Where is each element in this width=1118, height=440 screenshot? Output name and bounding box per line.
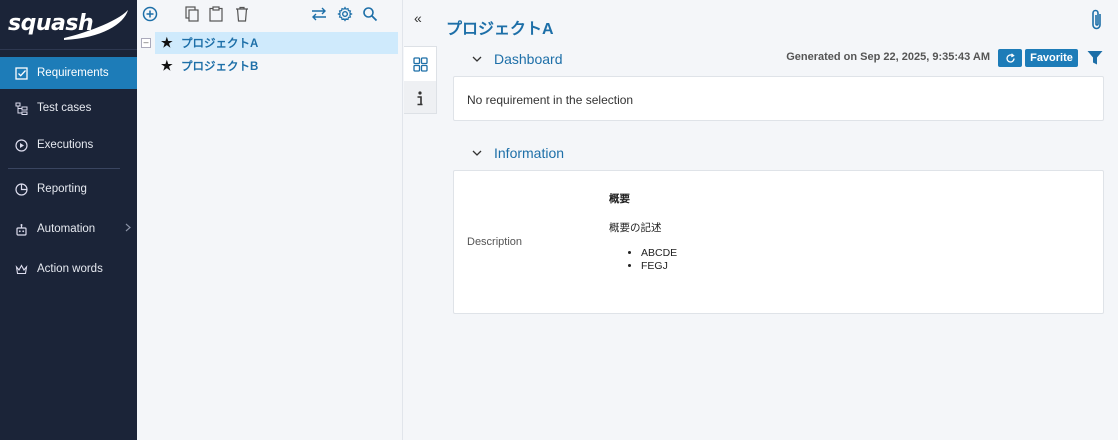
tree-node-project-b[interactable]: ★ プロジェクトB — [155, 55, 398, 77]
gear-icon[interactable] — [336, 5, 354, 23]
nav-label: Automation — [37, 223, 96, 235]
nav-item-action-words[interactable]: Action words — [0, 253, 137, 285]
robot-icon — [14, 222, 28, 236]
view-tabs — [404, 46, 437, 114]
transfer-icon[interactable] — [310, 5, 328, 23]
star-icon: ★ — [161, 35, 173, 50]
filter-icon[interactable] — [1087, 50, 1103, 66]
description-content: 概要 概要の記述 ABCDE FEGJ — [609, 191, 677, 273]
checkbox-icon — [14, 66, 28, 80]
pie-chart-icon — [14, 182, 28, 196]
nav-divider — [8, 168, 120, 169]
section-title: Information — [494, 145, 565, 161]
refresh-icon — [1005, 52, 1015, 63]
tree-node-project-a[interactable]: ★ プロジェクトA — [155, 32, 398, 54]
crown-icon — [14, 262, 28, 276]
add-icon[interactable] — [141, 5, 159, 23]
chevron-right-icon — [125, 223, 131, 232]
nav-label: Test cases — [37, 102, 92, 114]
description-label: Description — [467, 236, 523, 248]
nav-item-requirements[interactable]: Requirements — [0, 57, 137, 89]
dashboard-icon — [412, 56, 428, 72]
search-icon[interactable] — [361, 5, 379, 23]
main-content: « プロジェクトA Dashboard Generated on Sep 22,… — [404, 0, 1118, 440]
nav-item-executions[interactable]: Executions — [0, 129, 137, 161]
dashboard-card: No requirement in the selection — [453, 76, 1104, 121]
section-title: Dashboard — [494, 51, 563, 67]
generated-timestamp: Generated on Sep 22, 2025, 9:35:43 AM — [786, 51, 990, 63]
attachment-icon[interactable] — [1090, 8, 1104, 32]
description-heading: 概要 — [609, 193, 630, 205]
tab-dashboard[interactable] — [404, 47, 436, 81]
star-icon: ★ — [161, 58, 173, 73]
information-section-header[interactable]: Information — [472, 145, 564, 161]
description-list: ABCDE FEGJ — [641, 247, 677, 273]
favorite-button[interactable]: Favorite — [1025, 49, 1078, 67]
refresh-button[interactable] — [998, 49, 1022, 67]
requirement-tree-panel: – ★ プロジェクトA ★ プロジェクトB — [137, 0, 403, 440]
nav-label: Requirements — [37, 67, 109, 79]
page-title: プロジェクトA — [446, 21, 554, 38]
collapse-toggle-icon[interactable]: – — [141, 38, 151, 48]
chevron-down-icon — [472, 150, 482, 156]
copy-icon[interactable] — [183, 5, 201, 23]
trash-icon[interactable] — [233, 5, 251, 23]
nav-label: Action words — [37, 263, 103, 275]
logo[interactable]: squash — [0, 0, 137, 50]
tree-node-label: プロジェクトA — [181, 38, 259, 50]
information-card: Description 概要 概要の記述 ABCDE FEGJ — [453, 170, 1104, 314]
tree-toolbar — [137, 0, 402, 30]
info-icon — [417, 90, 423, 105]
tree-icon — [14, 101, 28, 115]
logo-text: squash — [8, 10, 94, 36]
chevron-down-icon — [472, 56, 482, 62]
play-circle-icon — [14, 138, 28, 152]
tree-node-label: プロジェクトB — [181, 61, 259, 73]
list-item: ABCDE — [641, 247, 677, 260]
nav-item-automation[interactable]: Automation — [0, 213, 137, 245]
collapse-panel-icon[interactable]: « — [414, 11, 428, 26]
nav-item-test-cases[interactable]: Test cases — [0, 92, 137, 124]
dashboard-section-header[interactable]: Dashboard — [472, 51, 563, 67]
nav-item-reporting[interactable]: Reporting — [0, 173, 137, 205]
nav-label: Reporting — [37, 183, 87, 195]
tab-information[interactable] — [404, 81, 436, 115]
main-nav: squash Requirements Test cases Execution… — [0, 0, 137, 440]
empty-selection-message: No requirement in the selection — [467, 93, 634, 107]
nav-label: Executions — [37, 139, 94, 151]
paste-icon[interactable] — [207, 5, 225, 23]
description-text: 概要の記述 — [609, 222, 662, 234]
list-item: FEGJ — [641, 260, 677, 273]
